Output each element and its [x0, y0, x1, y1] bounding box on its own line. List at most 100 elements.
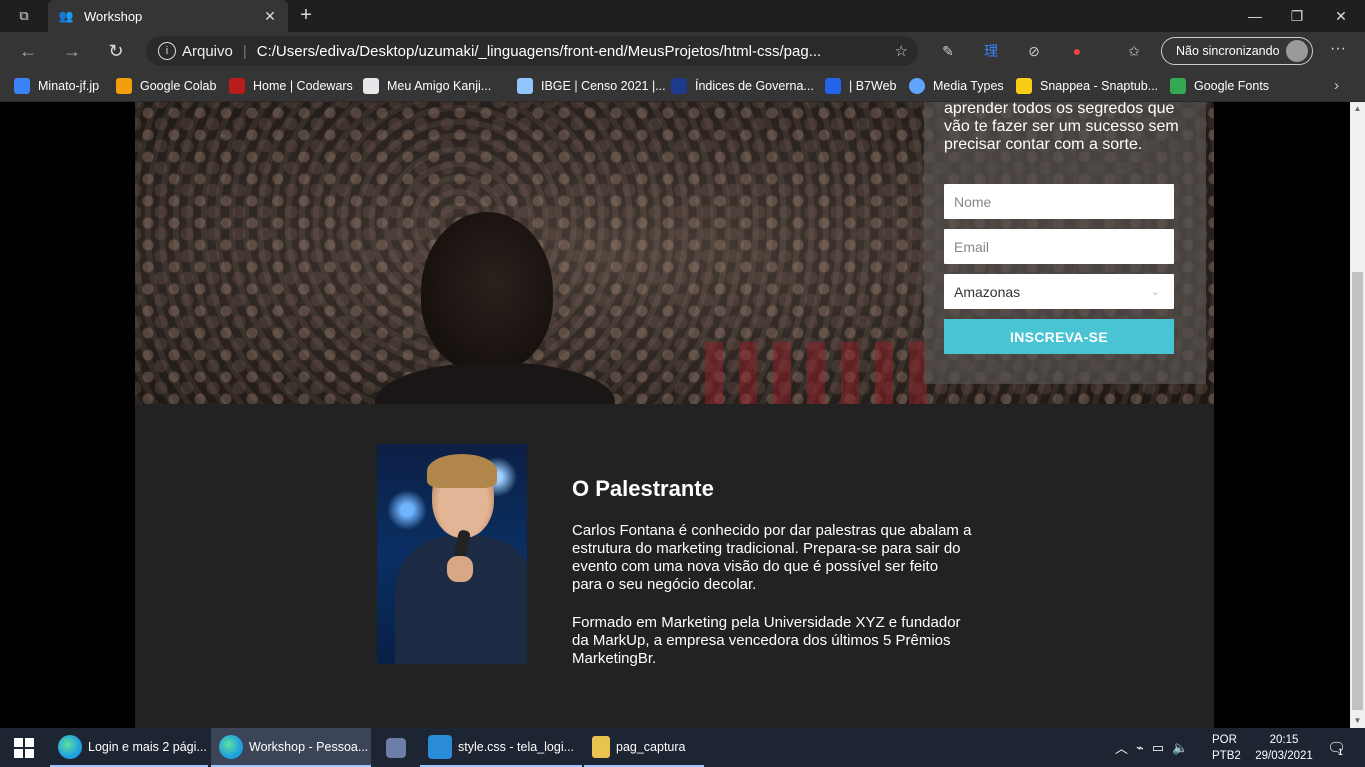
bookmark-icon	[671, 78, 687, 94]
network-icon[interactable]: ⌁	[1136, 740, 1144, 756]
language-indicator[interactable]: POR PTB2	[1212, 728, 1241, 767]
scrollbar-thumb[interactable]	[1352, 272, 1363, 710]
bookmark-item[interactable]: Meu Amigo Kanji...	[363, 77, 491, 95]
favorites-icon[interactable]: ✩	[1123, 40, 1145, 62]
taskbar-item-edge-workshop[interactable]: Workshop - Pessoa...	[211, 728, 371, 767]
bookmark-label: Google Fonts	[1194, 79, 1270, 93]
bookmark-item[interactable]: IBGE | Censo 2021 |...	[517, 77, 666, 95]
language-label: POR	[1212, 733, 1237, 746]
photo-hair	[427, 454, 497, 488]
minimize-button[interactable]: —	[1233, 0, 1277, 32]
subscribe-button[interactable]: INSCREVA-SE	[944, 319, 1174, 354]
bookmark-item[interactable]: Google Fonts	[1170, 77, 1269, 95]
bookmark-item[interactable]: Media Types	[909, 77, 1004, 95]
restore-button[interactable]: ❐	[1275, 0, 1319, 32]
taskbar: Login e mais 2 pági... Workshop - Pessoa…	[0, 728, 1365, 767]
chevron-up-icon[interactable]: ︿	[1115, 738, 1128, 757]
photo-hand	[447, 556, 473, 582]
name-input[interactable]: Nome	[944, 184, 1174, 219]
edge-icon	[58, 734, 82, 759]
state-select[interactable]: Amazonas ⌄	[944, 274, 1174, 309]
add-favorite-icon[interactable]: ☆	[895, 42, 908, 60]
scroll-down-icon[interactable]: ▼	[1350, 714, 1365, 728]
page-container: aprender todos os segredos que vão te fa…	[135, 102, 1214, 728]
battery-icon[interactable]: ▭	[1152, 740, 1164, 756]
bookmark-icon	[909, 78, 925, 94]
info-icon[interactable]: i	[158, 42, 176, 60]
avatar	[1286, 40, 1308, 62]
bookmark-label: IBGE | Censo 2021 |...	[541, 79, 666, 93]
bookmark-item[interactable]: Snappea - Snaptub...	[1016, 77, 1158, 95]
bookmark-label: Meu Amigo Kanji...	[387, 79, 492, 93]
pen-extension-icon[interactable]: ✎	[937, 40, 959, 62]
windows-start-icon[interactable]	[14, 738, 34, 758]
back-button[interactable]: ←	[16, 40, 40, 64]
speaker-bio-paragraph-1: Carlos Fontana é conhecido por dar pales…	[572, 522, 972, 593]
page-scrollbar[interactable]: ▲ ▼	[1350, 102, 1365, 728]
bookmark-label: Media Types	[933, 79, 1004, 93]
bookmark-label: Snappea - Snaptub...	[1040, 79, 1159, 93]
system-tray: ︿ ⌁ ▭ 🔈	[1115, 728, 1188, 767]
audience-image-detail	[705, 342, 935, 404]
bookmark-icon	[517, 78, 533, 94]
folder-icon	[592, 735, 610, 758]
forward-button[interactable]: →	[60, 40, 84, 64]
refresh-button[interactable]: ↻	[104, 40, 128, 64]
volume-icon[interactable]: 🔈	[1172, 740, 1188, 756]
speaker-head	[421, 212, 553, 372]
chevron-right-icon[interactable]: ›	[1334, 77, 1339, 94]
close-tab-icon[interactable]: ✕	[262, 8, 278, 25]
hero-section: aprender todos os segredos que vão te fa…	[135, 102, 1214, 404]
bookmark-icon	[116, 78, 132, 94]
record-extension-icon[interactable]: ●	[1066, 40, 1088, 62]
taskbar-item-edge-login[interactable]: Login e mais 2 pági...	[50, 728, 208, 767]
address-bar[interactable]: i Arquivo | C:/Users/ediva/Desktop/uzuma…	[146, 36, 918, 66]
taskbar-item-vscode[interactable]: style.css - tela_logi...	[420, 728, 582, 767]
address-url[interactable]: C:/Users/ediva/Desktop/uzumaki/_linguage…	[257, 43, 869, 60]
block-extension-icon[interactable]: ⊘	[1023, 40, 1045, 62]
form-description: aprender todos os segredos que vão te fa…	[944, 102, 1179, 153]
bookmark-icon	[363, 78, 379, 94]
vscode-icon	[428, 734, 452, 759]
tab-title: Workshop	[84, 8, 143, 24]
translate-extension-icon[interactable]: 理	[980, 40, 1002, 62]
tab-workshop[interactable]: 👥 Workshop ✕	[48, 0, 288, 32]
address-toolbar: ← → ↻ i Arquivo | C:/Users/ediva/Desktop…	[0, 32, 1365, 70]
keyboard-layout-label: PTB2	[1212, 749, 1241, 762]
bookmark-item[interactable]: | B7Web	[825, 77, 897, 95]
tab-actions-icon[interactable]: ⧉	[8, 6, 40, 26]
clock[interactable]: 20:15 29/03/2021	[1254, 728, 1314, 767]
page-viewport: aprender todos os segredos que vão te fa…	[0, 102, 1350, 728]
more-menu-icon[interactable]: ···	[1328, 40, 1348, 58]
address-separator: |	[242, 42, 247, 60]
bookmark-icon	[229, 78, 245, 94]
bookmark-label: Índices de Governa...	[695, 79, 814, 93]
taskbar-item-app[interactable]	[378, 728, 418, 767]
bookmark-icon	[14, 78, 30, 94]
close-window-button[interactable]: ✕	[1319, 0, 1363, 32]
speaker-photo	[377, 444, 527, 664]
address-scheme: Arquivo	[182, 42, 233, 60]
speaker-silhouette-image	[375, 212, 615, 404]
profile-sync-button[interactable]: Não sincronizando	[1161, 37, 1313, 65]
taskbar-item-label: Workshop - Pessoa...	[249, 739, 369, 754]
clock-date: 29/03/2021	[1255, 749, 1313, 762]
bookmark-item[interactable]: Home | Codewars	[229, 77, 353, 95]
taskbar-item-folder[interactable]: pag_captura	[584, 728, 704, 767]
clock-time: 20:15	[1269, 733, 1299, 746]
bookmark-item[interactable]: Minato-jf.jp	[14, 77, 99, 95]
tab-strip: ⧉ 👥 Workshop ✕ + — ❐ ✕	[0, 0, 1365, 32]
new-tab-button[interactable]: +	[294, 4, 318, 28]
notification-center-icon[interactable]: 🗨 1	[1322, 728, 1348, 767]
speaker-bio-paragraph-2: Formado em Marketing pela Universidade X…	[572, 614, 961, 667]
notification-count: 1	[1338, 746, 1344, 757]
chevron-down-icon: ⌄	[1150, 286, 1160, 298]
bookmark-icon	[1016, 78, 1032, 94]
email-input[interactable]: Email	[944, 229, 1174, 264]
bookmark-item[interactable]: Índices de Governa...	[671, 77, 814, 95]
bookmark-label: Home | Codewars	[253, 79, 353, 93]
scroll-up-icon[interactable]: ▲	[1350, 102, 1365, 116]
speaker-shoulders	[375, 362, 615, 404]
bookmark-item[interactable]: Google Colab	[116, 77, 216, 95]
bookmark-label: Minato-jf.jp	[38, 79, 100, 93]
